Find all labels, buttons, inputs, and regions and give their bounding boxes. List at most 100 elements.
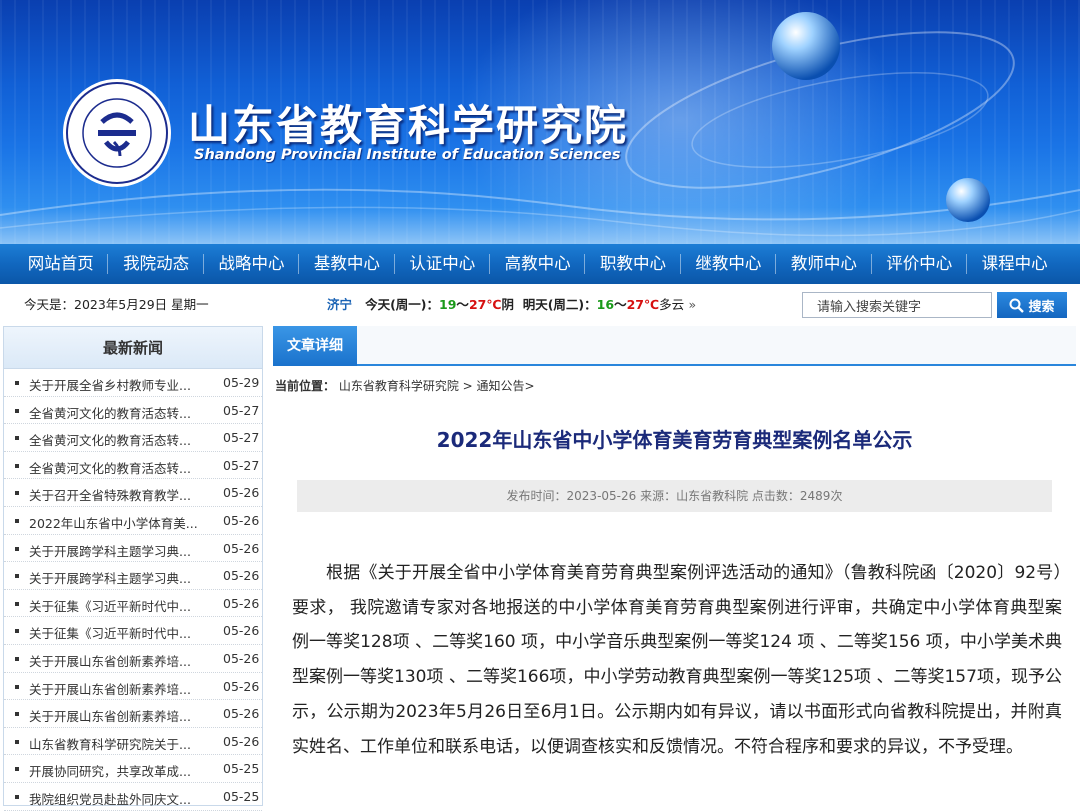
news-item-date: 05-26 (223, 540, 260, 556)
news-item-title[interactable]: 关于开展山东省创新素养培... (29, 679, 199, 698)
bullet-icon (15, 408, 19, 413)
weather-tomorrow-low: 16 (596, 297, 615, 312)
article-body: 根据《关于开展全省中小学体育美育劳育典型案例评选活动的通知》（鲁教科院函〔202… (292, 563, 1062, 757)
news-item-date: 05-26 (223, 706, 260, 722)
news-item-date: 05-25 (223, 761, 260, 777)
bullet-icon (15, 629, 19, 634)
nav-strategy[interactable]: 战略中心 (204, 244, 300, 284)
news-item-date: 05-26 (223, 678, 260, 694)
news-item-title[interactable]: 全省黄河文化的教育活态转... (29, 458, 199, 477)
search-button[interactable]: 搜索 (997, 292, 1067, 318)
news-item-title[interactable]: 关于开展跨学科主题学习典... (29, 568, 199, 587)
nav-basic-edu[interactable]: 基教中心 (299, 244, 395, 284)
site-subtitle: Shandong Provincial Institute of Educati… (194, 147, 621, 163)
weather-sep: ～ (456, 297, 469, 312)
bullet-icon (15, 601, 19, 606)
news-item-date: 05-26 (223, 650, 260, 666)
news-item-title[interactable]: 关于开展跨学科主题学习典... (29, 541, 199, 560)
news-item-date: 05-26 (223, 568, 260, 584)
news-item-title[interactable]: 全省黄河文化的教育活态转... (29, 430, 199, 449)
news-item-title[interactable]: 2022年山东省中小学体育美... (29, 513, 199, 532)
news-list-item[interactable]: 关于召开全省特殊教育教学... 05-26 (4, 479, 262, 507)
news-item-title[interactable]: 关于召开全省特殊教育教学... (29, 485, 199, 504)
weather-today-label: 今天(周一)： (365, 297, 440, 312)
nav-certification[interactable]: 认证中心 (395, 244, 491, 284)
bullet-icon (15, 656, 19, 661)
current-date: 今天是：2023年5月29日 星期一 (24, 297, 209, 312)
news-list-item[interactable]: 开展协同研究，共享改革成... 05-25 (4, 755, 262, 783)
weather-city: 济宁 (327, 297, 353, 312)
nav-curriculum[interactable]: 课程中心 (967, 244, 1062, 284)
bullet-icon (15, 518, 19, 523)
article-title: 2022年山东省中小学体育美育劳育典型案例名单公示 (436, 428, 913, 452)
weather-tomorrow-label: 明天(周二)： (522, 297, 597, 312)
search-button-label: 搜索 (1028, 299, 1055, 315)
search-input[interactable]: 请输入搜索关键字 (802, 292, 992, 318)
news-list-item[interactable]: 关于开展全省乡村教师专业... 05-29 (4, 369, 262, 397)
weather-today-high: 27℃ (468, 297, 502, 312)
news-item-title[interactable]: 关于开展山东省创新素养培... (29, 706, 199, 725)
header-banner: 山东省教育科学研究院 Shandong Provincial Institute… (0, 0, 1080, 244)
weather-today-cond: 阴 (501, 297, 514, 312)
site-title: 山东省教育科学研究院 (188, 101, 629, 150)
news-item-title[interactable]: 关于征集《习近平新时代中... (29, 623, 199, 642)
news-item-date: 05-25 (223, 788, 260, 804)
latest-news-heading: 最新新闻 (4, 327, 262, 369)
bullet-icon (15, 684, 19, 689)
news-item-date: 05-29 (223, 375, 260, 390)
news-list-item[interactable]: 全省黄河文化的教育活态转... 05-27 (4, 452, 262, 480)
bullet-icon (15, 491, 19, 496)
news-item-date: 05-26 (223, 733, 260, 749)
bullet-icon (15, 739, 19, 744)
news-item-title[interactable]: 关于征集《习近平新时代中... (29, 596, 199, 615)
news-item-title[interactable]: 我院组织党员赴盐外同庆文... (29, 789, 199, 808)
nav-home[interactable]: 网站首页 (13, 244, 109, 284)
news-list-item[interactable]: 关于征集《习近平新时代中... 05-26 (4, 617, 262, 645)
news-list-item[interactable]: 关于开展跨学科主题学习典... 05-26 (4, 535, 262, 563)
nav-vocational[interactable]: 职教中心 (585, 244, 682, 284)
info-bar: 今天是：2023年5月29日 星期一 济宁 今天(周一)：19～27℃阴 明天(… (0, 284, 1080, 320)
news-list-item[interactable]: 关于开展跨学科主题学习典... 05-26 (4, 562, 262, 590)
news-list-item[interactable]: 关于开展山东省创新素养培... 05-26 (4, 645, 262, 673)
latest-news-list: 关于开展全省乡村教师专业... 05-29 全省黄河文化的教育活态转... 05-27… (4, 369, 262, 811)
bullet-icon (15, 546, 19, 551)
breadcrumb-prefix: 当前位置： (275, 379, 336, 393)
bullet-icon (15, 767, 19, 772)
news-item-title[interactable]: 全省黄河文化的教育活态转... (29, 403, 199, 422)
breadcrumb-path[interactable]: 山东省教育科学研究院 > 通知公告> (339, 379, 535, 393)
news-item-date: 05-26 (223, 485, 260, 501)
news-list-item[interactable]: 山东省教育科学研究院关于... 05-26 (4, 728, 262, 756)
bullet-icon (15, 463, 19, 468)
weather-tomorrow-cond: 多云 (659, 297, 685, 312)
news-item-date: 05-27 (223, 457, 260, 473)
news-list-item[interactable]: 关于开展山东省创新素养培... 05-26 (4, 673, 262, 701)
nav-evaluation[interactable]: 评价中心 (872, 244, 968, 284)
article-tabbar: 文章详细 (273, 326, 1076, 366)
nav-teacher[interactable]: 教师中心 (776, 244, 872, 284)
breadcrumb: 当前位置： 山东省教育科学研究院 > 通知公告> (275, 377, 535, 394)
main-nav: 网站首页 我院动态 战略中心 基教中心 认证中心 高教中心 职教中心 继教中心 … (0, 244, 1080, 284)
nav-continuing[interactable]: 继教中心 (681, 244, 777, 284)
news-list-item[interactable]: 全省黄河文化的教育活态转... 05-27 (4, 424, 262, 452)
nav-higher-edu[interactable]: 高教中心 (490, 244, 586, 284)
news-item-title[interactable]: 关于开展全省乡村教师专业... (29, 375, 199, 394)
globe-large (772, 12, 840, 80)
news-list-item[interactable]: 关于征集《习近平新时代中... 05-26 (4, 590, 262, 618)
news-item-title[interactable]: 山东省教育科学研究院关于... (29, 734, 199, 753)
news-item-title[interactable]: 关于开展山东省创新素养培... (29, 651, 199, 670)
globe-small (946, 178, 990, 222)
weather-tomorrow-high: 27℃ (626, 297, 660, 312)
news-item-title[interactable]: 开展协同研究，共享改革成... (29, 761, 199, 780)
weather-widget: 济宁 今天(周一)：19～27℃阴 明天(周二)：16～27℃多云 » (327, 294, 696, 313)
news-list-item[interactable]: 关于开展山东省创新素养培... 05-26 (4, 700, 262, 728)
search-icon (1009, 298, 1025, 313)
nav-news[interactable]: 我院动态 (108, 244, 205, 284)
news-list-item[interactable]: 2022年山东省中小学体育美... 05-26 (4, 507, 262, 535)
bullet-icon (15, 712, 19, 717)
weather-more-icon[interactable]: » (689, 297, 697, 312)
institute-logo (63, 79, 171, 187)
bullet-icon (15, 436, 19, 441)
tab-article-detail[interactable]: 文章详细 (273, 326, 357, 366)
latest-news-panel: 最新新闻 关于开展全省乡村教师专业... 05-29 全省黄河文化的教育活态转...… (3, 326, 263, 811)
news-list-item[interactable]: 全省黄河文化的教育活态转... 05-27 (4, 397, 262, 425)
